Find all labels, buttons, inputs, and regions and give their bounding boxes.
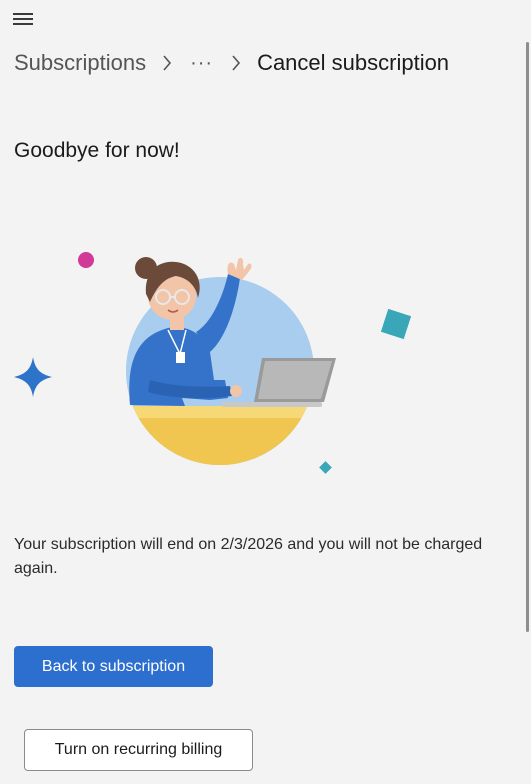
pink-dot-shape <box>78 252 94 268</box>
breadcrumb-current-page: Cancel subscription <box>257 50 450 75</box>
breadcrumb: Subscriptions ··· Cancel subscription <box>14 46 449 80</box>
breadcrumb-more-ellipsis[interactable]: ··· <box>188 52 215 75</box>
cancellation-message: Your subscription will end on 2/3/2026 a… <box>14 536 483 577</box>
hamburger-menu-icon[interactable] <box>13 11 35 27</box>
woman-waving-at-laptop-illustration <box>0 240 430 485</box>
turn-on-recurring-billing-button[interactable]: Turn on recurring billing <box>24 729 253 771</box>
chevron-right-icon <box>154 55 180 71</box>
breadcrumb-subscriptions-link[interactable]: Subscriptions <box>14 50 146 76</box>
page-title: Goodbye for now! <box>14 139 180 162</box>
teal-diamond-shape <box>319 461 332 474</box>
chevron-right-icon <box>223 55 249 71</box>
cancel-subscription-page: Subscriptions ··· Cancel subscription Go… <box>0 0 531 784</box>
sparkle-icon <box>14 357 52 397</box>
scrollbar[interactable] <box>526 42 529 632</box>
teal-square-shape <box>380 308 412 340</box>
back-to-subscription-button[interactable]: Back to subscription <box>14 646 213 687</box>
